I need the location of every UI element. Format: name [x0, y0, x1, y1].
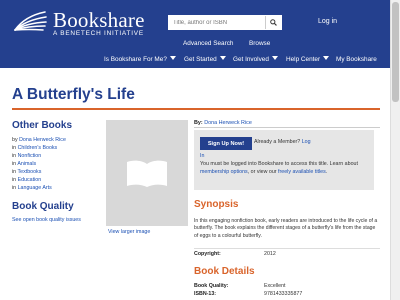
list-item: by Dona Herweck Rice [12, 136, 66, 144]
other-books-link[interactable]: Textbooks [18, 169, 42, 175]
nav-label: Get Involved [233, 56, 269, 63]
quality-issues-link[interactable]: See open book quality issues [12, 217, 81, 223]
vertical-scrollbar[interactable] [390, 0, 400, 300]
book-cover-image[interactable] [106, 120, 188, 226]
book-details-heading: Book Details [194, 266, 255, 277]
other-books-link[interactable]: Nonfiction [18, 153, 42, 159]
log-in-link[interactable]: Log [302, 139, 311, 145]
signup-panel: Sign Up Now! Already a Member? Log In Yo… [194, 130, 374, 190]
login-required-message: You must be logged into Bookshare to acc… [200, 161, 370, 176]
synopsis-heading: Synopsis [194, 199, 239, 210]
other-books-link[interactable]: Animals [17, 161, 36, 167]
book-quality-heading: Book Quality [12, 201, 74, 212]
copyright-value: 2012 [264, 251, 276, 257]
page-title: A Butterfly's Life [12, 86, 135, 103]
search-button[interactable] [265, 16, 281, 29]
divider [194, 248, 380, 249]
chevron-down-icon [323, 56, 330, 60]
search-icon [270, 19, 277, 26]
other-books-heading: Other Books [12, 120, 73, 131]
copyright-label: Copyright: [194, 251, 221, 257]
list-item: in Children's Books [12, 144, 66, 152]
logo-tagline: A BENETECH INITIATIVE [53, 30, 144, 37]
nav-label: Is Bookshare For Me? [104, 56, 167, 63]
login-link[interactable]: Log in [318, 18, 337, 25]
other-books-link[interactable]: Dona Herweck Rice [19, 137, 66, 143]
isbn-value: 9781433335877 [264, 291, 303, 297]
other-books-link[interactable]: Language Arts [18, 185, 52, 191]
already-member-text: Already a Member? Log [254, 139, 311, 145]
synopsis-text: In this engaging nonfiction book, early … [194, 218, 378, 239]
nav-label: Help Center [286, 56, 321, 63]
other-books-link[interactable]: Children's Books [18, 145, 58, 151]
other-books-link[interactable]: Education [18, 177, 42, 183]
by-label: By: [194, 120, 203, 126]
author-line: By: Dona Herweck Rice [194, 120, 252, 126]
list-item: in Language Arts [12, 184, 66, 192]
login-required-text: You must be logged into Bookshare to acc… [200, 161, 358, 167]
book-quality-label: Book Quality: [194, 283, 229, 289]
chevron-down-icon [271, 56, 278, 60]
isbn-label: ISBN-13: [194, 291, 217, 297]
scrollbar-thumb[interactable] [392, 2, 399, 102]
or-view-text: , or view our [247, 168, 277, 175]
title-divider [12, 108, 380, 110]
logo-fan-icon [14, 11, 47, 31]
author-link[interactable]: Dona Herweck Rice [204, 120, 252, 126]
open-book-icon [127, 160, 167, 187]
chevron-down-icon [219, 56, 226, 60]
sign-up-button[interactable]: Sign Up Now! [200, 137, 252, 150]
list-item: in Animals [12, 160, 66, 168]
already-member-label: Already a Member? [254, 139, 301, 145]
search-input[interactable] [169, 16, 265, 29]
nav-get-involved[interactable]: Get Involved [233, 56, 278, 63]
nav-is-bookshare-for-me[interactable]: Is Bookshare For Me? [104, 56, 176, 63]
view-larger-image-link[interactable]: View larger image [108, 229, 150, 235]
nav-help-center[interactable]: Help Center [286, 56, 330, 63]
other-books-list: by Dona Herweck Rice in Children's Books… [12, 136, 66, 192]
membership-options-link[interactable]: membership options [200, 169, 248, 175]
list-item: in Nonfiction [12, 152, 66, 160]
divider [194, 127, 380, 128]
book-quality-value: Excellent [264, 283, 286, 289]
free-titles-link[interactable]: freely available titles [278, 169, 326, 175]
search-box [168, 15, 282, 30]
chevron-down-icon [169, 56, 176, 60]
nav-label: Get Started [184, 56, 217, 63]
log-in-link-continued[interactable]: In [200, 153, 204, 159]
advanced-search-link[interactable]: Advanced Search [183, 40, 233, 47]
browse-link[interactable]: Browse [249, 40, 270, 47]
period: . [325, 168, 328, 175]
nav-get-started[interactable]: Get Started [184, 56, 226, 63]
site-header: Bookshare A BENETECH INITIATIVE Log in A… [0, 0, 400, 68]
list-item: in Textbooks [12, 168, 66, 176]
nav-my-bookshare[interactable]: My Bookshare [336, 56, 377, 63]
list-item: in Education [12, 176, 66, 184]
